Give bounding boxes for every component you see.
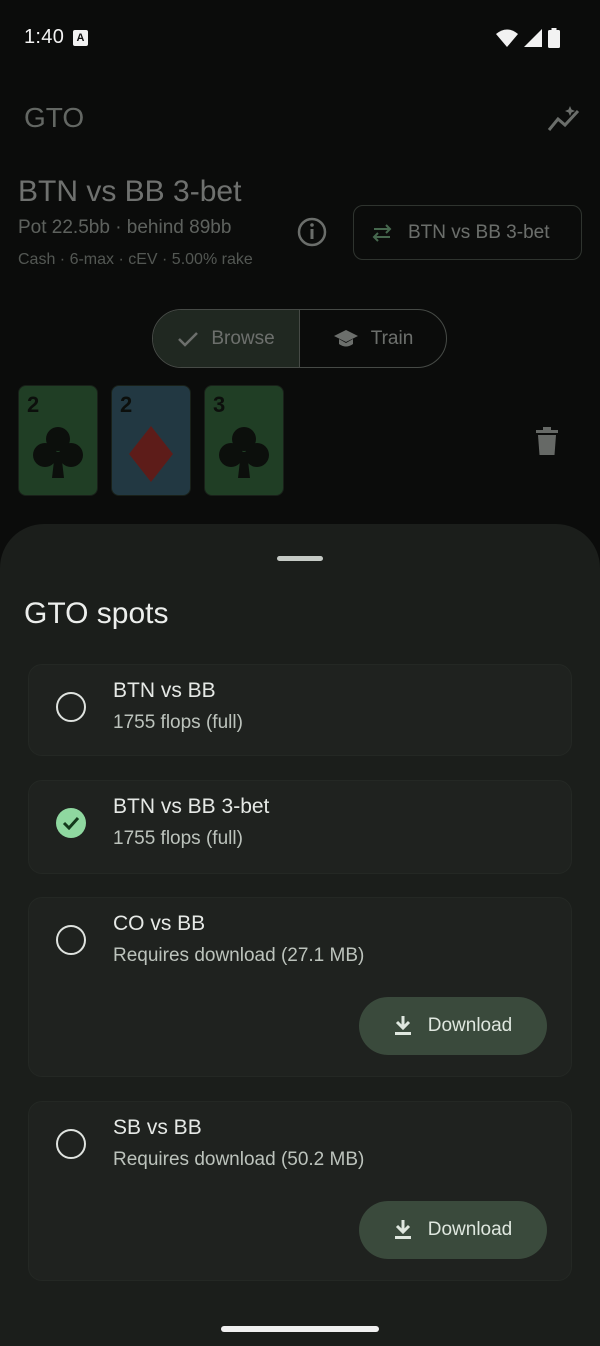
train-tab[interactable]: Train bbox=[300, 310, 446, 367]
download-label: Download bbox=[427, 1015, 513, 1036]
board-card[interactable]: 2 bbox=[111, 385, 191, 496]
status-bar: 1:40 A bbox=[0, 0, 600, 80]
download-icon bbox=[394, 1220, 411, 1239]
switch-spot-button[interactable]: BTN vs BB 3-bet bbox=[353, 205, 582, 260]
spot-name: SB vs BB bbox=[113, 1116, 202, 1139]
status-icons bbox=[496, 28, 560, 48]
switch-spot-label: BTN vs BB 3-bet bbox=[408, 221, 550, 243]
spot-option-btn-vs-bb[interactable]: BTN vs BB 1755 flops (full) bbox=[28, 664, 572, 756]
pot-line: Pot 22.5bb · behind 89bb bbox=[18, 217, 232, 238]
status-time: 1:40 bbox=[24, 26, 65, 48]
board-card[interactable]: 3 bbox=[204, 385, 284, 496]
club-icon bbox=[219, 427, 269, 478]
app-title: GTO bbox=[24, 102, 85, 133]
check-icon bbox=[62, 816, 80, 830]
spot-subtitle: 1755 flops (full) bbox=[113, 828, 243, 849]
card-rank: 2 bbox=[27, 392, 40, 417]
notification-icon: A bbox=[73, 30, 88, 46]
spot-option-btn-vs-bb-3bet[interactable]: BTN vs BB 3-bet 1755 flops (full) bbox=[28, 780, 572, 874]
gto-spots-sheet: GTO spots BTN vs BB 1755 flops (full) BT… bbox=[0, 524, 600, 1346]
board-cards: 2 2 3 bbox=[18, 385, 284, 496]
radio-unselected[interactable] bbox=[56, 1129, 86, 1159]
spot-option-co-vs-bb[interactable]: CO vs BB Requires download (27.1 MB) Dow… bbox=[28, 897, 572, 1077]
radio-unselected[interactable] bbox=[56, 692, 86, 722]
swap-icon bbox=[372, 223, 392, 242]
meta-line: Cash · 6-max · cEV · 5.00% rake bbox=[18, 251, 253, 268]
download-label: Download bbox=[427, 1219, 513, 1240]
card-rank: 3 bbox=[213, 392, 226, 417]
gesture-nav-bar[interactable] bbox=[221, 1326, 379, 1332]
spot-name: BTN vs BB 3-bet bbox=[113, 795, 270, 818]
spot-title: BTN vs BB 3-bet bbox=[18, 175, 242, 208]
trash-icon[interactable] bbox=[536, 427, 558, 455]
spot-name: CO vs BB bbox=[113, 912, 206, 935]
info-icon[interactable] bbox=[296, 216, 328, 248]
diamond-icon bbox=[129, 426, 173, 482]
signal-icon bbox=[524, 29, 542, 47]
spot-option-sb-vs-bb[interactable]: SB vs BB Requires download (50.2 MB) Dow… bbox=[28, 1101, 572, 1281]
insights-icon[interactable] bbox=[546, 104, 582, 134]
board-card[interactable]: 2 bbox=[18, 385, 98, 496]
radio-unselected[interactable] bbox=[56, 925, 86, 955]
browse-tab-label: Browse bbox=[211, 327, 275, 349]
download-icon bbox=[394, 1016, 411, 1035]
club-icon bbox=[33, 427, 83, 478]
mode-toggle: Browse Train bbox=[152, 309, 447, 368]
radio-selected[interactable] bbox=[56, 808, 86, 838]
battery-icon bbox=[548, 28, 560, 48]
download-button[interactable]: Download bbox=[359, 1201, 547, 1259]
spot-subtitle: Requires download (50.2 MB) bbox=[113, 1149, 365, 1170]
card-rank: 2 bbox=[120, 392, 133, 417]
spot-name: BTN vs BB bbox=[113, 679, 216, 702]
check-icon bbox=[178, 331, 199, 347]
train-tab-label: Train bbox=[370, 327, 414, 349]
drag-handle[interactable] bbox=[277, 556, 323, 561]
main-screen: GTO BTN vs BB 3-bet Pot 22.5bb · behind … bbox=[0, 80, 600, 530]
wifi-icon bbox=[496, 29, 518, 47]
download-button[interactable]: Download bbox=[359, 997, 547, 1055]
browse-tab[interactable]: Browse bbox=[153, 310, 300, 367]
sheet-title: GTO spots bbox=[24, 597, 169, 630]
school-cap-icon bbox=[333, 329, 358, 346]
spot-subtitle: 1755 flops (full) bbox=[113, 712, 243, 733]
spot-subtitle: Requires download (27.1 MB) bbox=[113, 945, 365, 966]
